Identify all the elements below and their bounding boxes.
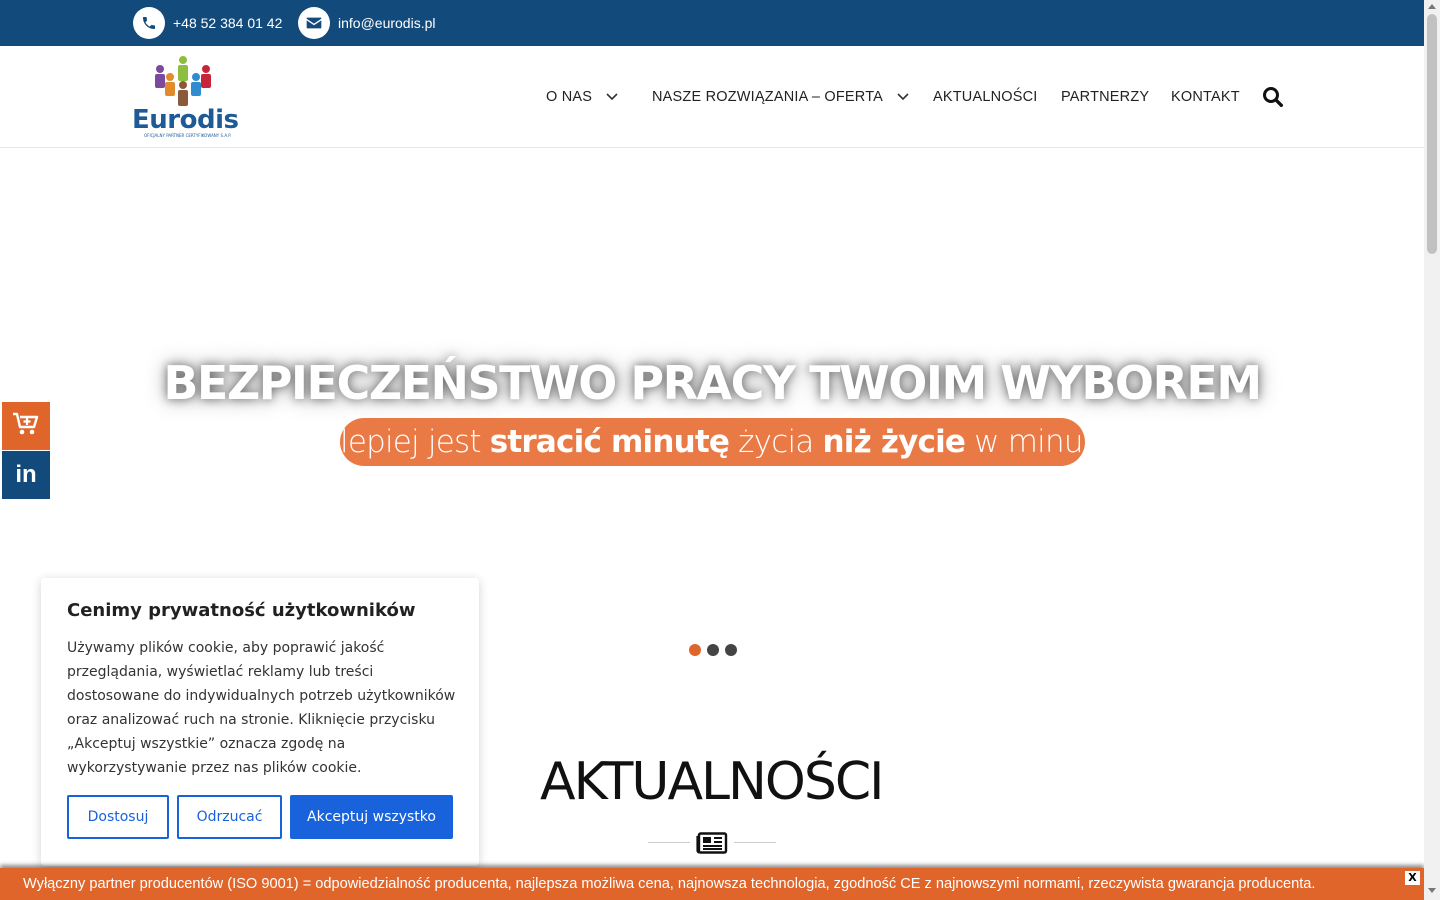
subtitle-bold: stracić minutę [489,424,730,460]
scroll-down-arrow-icon[interactable] [1428,888,1436,893]
phone-icon [133,7,165,39]
cookie-text: Używamy plików cookie, aby poprawić jako… [67,640,456,776]
customize-button[interactable]: Dostosuj [67,795,169,839]
subtitle-part: lepiej jest [340,424,490,460]
news-section-title: AKTUALNOŚCI [540,752,884,812]
newspaper-icon [696,832,728,854]
slider-dot-1[interactable] [689,644,701,656]
cookie-consent-dialog: Cenimy prywatność użytkowników Używamy p… [41,578,479,866]
chevron-down-icon [606,93,618,101]
hero-title: BEZPIECZEŃSTWO PRACY TWOIM WYBOREM [163,356,1262,410]
logo-tagline: OFICJALNY PARTNER CERTYFIKOWANY S.A.P. [144,133,232,138]
nav-label: KONTAKT [1171,89,1240,105]
logo-text: Eurodis [132,105,239,135]
notice-text: Wyłączny partner producentów (ISO 9001) … [23,876,1316,892]
divider-line [734,842,776,843]
phone-contact[interactable]: +48 52 384 01 42 [133,7,282,39]
close-notice-button[interactable]: X [1405,871,1420,885]
nav-item-partnerzy[interactable]: PARTNERZY [1061,86,1149,108]
nav-label: NASZE ROZWIĄZANIA – OFERTA [652,89,884,105]
slider-dots [689,644,737,656]
search-icon[interactable] [1262,86,1284,108]
scroll-thumb[interactable] [1427,14,1437,254]
page-scrollbar[interactable] [1424,0,1440,900]
cookie-title: Cenimy prywatność użytkowników [67,600,416,621]
cart-button[interactable] [2,402,50,450]
chevron-down-icon [897,93,909,101]
envelope-icon [298,7,330,39]
eurodis-logo[interactable]: Eurodis OFICJALNY PARTNER CERTYFIKOWANY … [132,55,239,139]
nav-label: AKTUALNOŚCI [933,89,1038,105]
nav-item-oferta[interactable]: NASZE ROZWIĄZANIA – OFERTA [652,86,909,108]
cart-plus-icon [12,411,40,441]
scroll-up-arrow-icon[interactable] [1428,4,1436,9]
nav-label: PARTNERZY [1061,89,1150,105]
reject-button[interactable]: Odrzucać [177,795,282,839]
top-contact-bar: +48 52 384 01 42 info@eurodis.pl [0,0,1424,46]
subtitle-part: w minutę [965,424,1113,460]
nav-label: O NAS [546,89,593,105]
accept-all-button[interactable]: Akceptuj wszystko [290,795,453,839]
slider-dot-3[interactable] [725,644,737,656]
nav-item-o-nas[interactable]: O NAS [546,86,618,108]
nav-item-aktualnosci[interactable]: AKTUALNOŚCI [933,86,1038,108]
linkedin-icon: in [15,461,37,488]
email-contact[interactable]: info@eurodis.pl [298,7,436,39]
nav-item-kontakt[interactable]: KONTAKT [1171,86,1240,108]
site-header: Eurodis OFICJALNY PARTNER CERTYFIKOWANY … [0,46,1424,148]
divider-line [648,842,690,843]
subtitle-part: życia [729,424,823,460]
hero-subtitle: lepiej jest stracić minutę życia niż życ… [340,418,1113,466]
bottom-notice-bar: Wyłączny partner producentów (ISO 9001) … [0,868,1424,900]
people-logo-icon [155,56,211,106]
slider-dot-2[interactable] [707,644,719,656]
phone-number[interactable]: +48 52 384 01 42 [173,15,282,31]
subtitle-bold: niż życie [822,424,966,460]
email-address[interactable]: info@eurodis.pl [338,15,436,31]
linkedin-button[interactable]: in [2,451,50,499]
